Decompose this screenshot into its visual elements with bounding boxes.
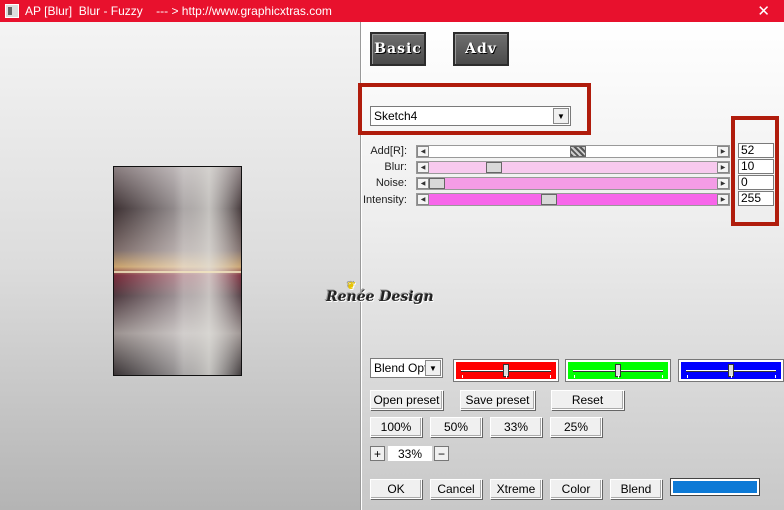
add-r-slider[interactable]: ◀ ▶ bbox=[416, 145, 730, 158]
red-channel-slider[interactable] bbox=[453, 359, 559, 382]
cancel-button[interactable]: Cancel bbox=[430, 479, 482, 499]
adv-button[interactable]: Adv bbox=[453, 32, 509, 66]
blend-color-swatch[interactable] bbox=[670, 478, 760, 496]
noise-label: Noise: bbox=[375, 177, 407, 189]
chevron-down-icon[interactable]: ▼ bbox=[425, 360, 441, 376]
zoom-100-button[interactable]: 100% bbox=[370, 417, 422, 437]
preview-image bbox=[113, 166, 242, 376]
scroll-left-icon[interactable]: ◀ bbox=[417, 162, 429, 173]
window-title: AP [Blur] Blur - Fuzzy --- > http://www.… bbox=[25, 4, 332, 18]
scroll-right-icon[interactable]: ▶ bbox=[717, 146, 729, 157]
zoom-out-button[interactable]: − bbox=[434, 446, 449, 461]
zoom-level-field[interactable]: 33% bbox=[388, 446, 432, 461]
butterfly-icon: ❦ bbox=[346, 281, 355, 292]
scroll-right-icon[interactable]: ▶ bbox=[717, 194, 729, 205]
intensity-value[interactable]: 255 bbox=[738, 191, 774, 206]
zoom-33-button[interactable]: 33% bbox=[490, 417, 542, 437]
green-channel-slider[interactable] bbox=[565, 359, 671, 382]
add-r-slider-thumb[interactable] bbox=[570, 146, 586, 157]
noise-value[interactable]: 0 bbox=[738, 175, 774, 190]
open-preset-button[interactable]: Open preset bbox=[370, 390, 443, 410]
title-bar: AP [Blur] Blur - Fuzzy --- > http://www.… bbox=[0, 0, 784, 22]
blend-button[interactable]: Blend bbox=[610, 479, 662, 499]
add-r-value[interactable]: 52 bbox=[738, 143, 774, 158]
blur-label: Blur: bbox=[384, 161, 407, 173]
ok-button[interactable]: OK bbox=[370, 479, 422, 499]
scroll-left-icon[interactable]: ◀ bbox=[417, 194, 429, 205]
scroll-left-icon[interactable]: ◀ bbox=[417, 178, 429, 189]
reset-button[interactable]: Reset bbox=[551, 390, 624, 410]
scroll-right-icon[interactable]: ▶ bbox=[717, 162, 729, 173]
intensity-slider[interactable]: ◀ ▶ bbox=[416, 193, 730, 206]
noise-slider[interactable]: ◀ ▶ bbox=[416, 177, 730, 190]
blur-slider-thumb[interactable] bbox=[486, 162, 502, 173]
close-icon[interactable]: ✕ bbox=[757, 2, 770, 20]
preset-select-value: Sketch4 bbox=[374, 109, 418, 123]
zoom-in-button[interactable]: + bbox=[370, 446, 385, 461]
xtreme-button[interactable]: Xtreme bbox=[490, 479, 542, 499]
chevron-down-icon[interactable]: ▼ bbox=[553, 108, 569, 124]
blend-options-value: Blend Opti bbox=[374, 361, 431, 375]
zoom-50-button[interactable]: 50% bbox=[430, 417, 482, 437]
blur-slider[interactable]: ◀ ▶ bbox=[416, 161, 730, 174]
color-button[interactable]: Color bbox=[550, 479, 602, 499]
scroll-right-icon[interactable]: ▶ bbox=[717, 178, 729, 189]
blur-value[interactable]: 10 bbox=[738, 159, 774, 174]
noise-slider-thumb[interactable] bbox=[429, 178, 445, 189]
blue-channel-slider[interactable] bbox=[678, 359, 784, 382]
scroll-left-icon[interactable]: ◀ bbox=[417, 146, 429, 157]
zoom-25-button[interactable]: 25% bbox=[550, 417, 602, 437]
preset-select[interactable]: Sketch4 ▼ bbox=[370, 106, 571, 126]
preview-pane bbox=[0, 22, 360, 510]
app-icon bbox=[5, 4, 19, 18]
add-r-label: Add[R]: bbox=[370, 145, 407, 157]
intensity-label: Intensity: bbox=[362, 194, 407, 206]
intensity-slider-thumb[interactable] bbox=[541, 194, 557, 205]
basic-button[interactable]: Basic bbox=[370, 32, 426, 66]
blend-options-select[interactable]: Blend Opti ▼ bbox=[370, 358, 443, 378]
watermark-logo: ❦ Renée Design bbox=[326, 281, 434, 305]
save-preset-button[interactable]: Save preset bbox=[460, 390, 535, 410]
